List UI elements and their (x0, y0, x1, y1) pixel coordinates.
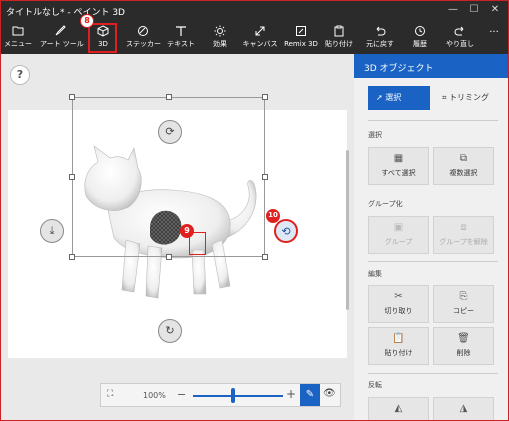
history-button[interactable]: 履歴 (408, 22, 432, 54)
maximize-icon[interactable]: ☐ (467, 3, 481, 17)
annotation-badge-8: 8 (80, 14, 94, 28)
zoom-out-button[interactable]: − (177, 388, 186, 401)
delete-button[interactable]: 🗑 削除 (433, 327, 494, 365)
eye-icon[interactable]: 👁 (323, 388, 336, 399)
select-mode-button[interactable]: ➚ 選択 (368, 86, 430, 110)
rotate-y-icon[interactable]: ⟲ (274, 219, 298, 243)
resize-handle-bottom-right[interactable] (262, 254, 268, 260)
section-title-flip: 反転 (368, 381, 382, 389)
divider (368, 120, 498, 121)
resize-handle-top-right[interactable] (262, 94, 268, 100)
more-options-icon[interactable]: ··· (486, 22, 502, 54)
ungroup-icon: ⧈ (460, 222, 467, 233)
ungroup-button[interactable]: ⧈ グループを解除 (433, 216, 494, 254)
copy-button[interactable]: ⎘ コピー (433, 285, 494, 323)
rotate-z-icon[interactable]: ↻ (158, 319, 182, 343)
multi-select-icon: ⧉ (459, 153, 468, 164)
minimize-icon[interactable]: — (446, 3, 460, 17)
paste-icon: 📋 (392, 333, 405, 344)
copy-icon: ⎘ (459, 291, 468, 302)
close-icon[interactable]: ✕ (488, 3, 502, 17)
push-back-icon[interactable]: ⤓ (40, 219, 64, 243)
group-icon: ▣ (393, 222, 404, 233)
flip-vertical-icon: ◮ (459, 403, 468, 414)
3d-object-panel: 3D オブジェクト ➚ 選択 ⌗ トリミング 選択 ▦ すべて選択 ⧉ 複数選択… (354, 54, 509, 421)
zoom-in-button[interactable]: + (286, 387, 296, 401)
flip-horizontal-icon: ◭ (394, 403, 403, 414)
section-title-select: 選択 (368, 131, 382, 139)
zoom-percent: 100% (143, 391, 166, 400)
divider (368, 261, 498, 262)
resize-handle-top[interactable] (166, 94, 172, 100)
divider (368, 373, 498, 374)
resize-handle-top-left[interactable] (69, 94, 75, 100)
undo-button[interactable]: 元に戻す (364, 22, 396, 54)
zoom-slider-thumb[interactable] (231, 388, 235, 403)
undo-icon (364, 22, 396, 39)
resize-handle-right[interactable] (262, 174, 268, 180)
trim-mode-button[interactable]: ⌗ トリミング (436, 86, 498, 110)
multi-select-button[interactable]: ⧉ 複数選択 (433, 147, 494, 185)
flip-horizontal-button[interactable]: ◭ (368, 397, 429, 421)
scissors-icon: ✂ (394, 291, 403, 302)
select-all-button[interactable]: ▦ すべて選択 (368, 147, 429, 185)
crop-icon: ⌗ (442, 93, 447, 102)
section-title-edit: 編集 (368, 270, 382, 278)
select-all-icon: ▦ (393, 153, 404, 164)
rotate-x-icon[interactable]: ⟳ (158, 120, 182, 144)
annotation-badge-9: 9 (180, 224, 194, 238)
annotation-badge-10: 10 (266, 209, 280, 223)
panel-title: 3D オブジェクト (354, 54, 509, 78)
paste-panel-button[interactable]: 📋 貼り付け (368, 327, 429, 365)
zoom-bar: ⛶ 100% − + ✎ 👁 (100, 383, 341, 407)
redo-icon (444, 22, 476, 39)
cursor-icon: ➚ (376, 93, 383, 102)
resize-handle-bottom-left[interactable] (69, 254, 75, 260)
zoom-slider-track[interactable] (193, 395, 283, 397)
flip-vertical-button[interactable]: ◮ (433, 397, 494, 421)
redo-button[interactable]: やり直し (444, 22, 476, 54)
group-button[interactable]: ▣ グループ (368, 216, 429, 254)
resize-handle-left[interactable] (69, 174, 75, 180)
cut-button[interactable]: ✂ 切り取り (368, 285, 429, 323)
pen-icon[interactable]: ✎ (300, 384, 320, 406)
history-icon (408, 22, 432, 39)
trash-icon: 🗑 (457, 333, 470, 344)
resize-handle-bottom[interactable] (166, 254, 172, 260)
fit-to-window-icon[interactable]: ⛶ (107, 389, 113, 399)
section-title-group: グループ化 (368, 200, 403, 208)
